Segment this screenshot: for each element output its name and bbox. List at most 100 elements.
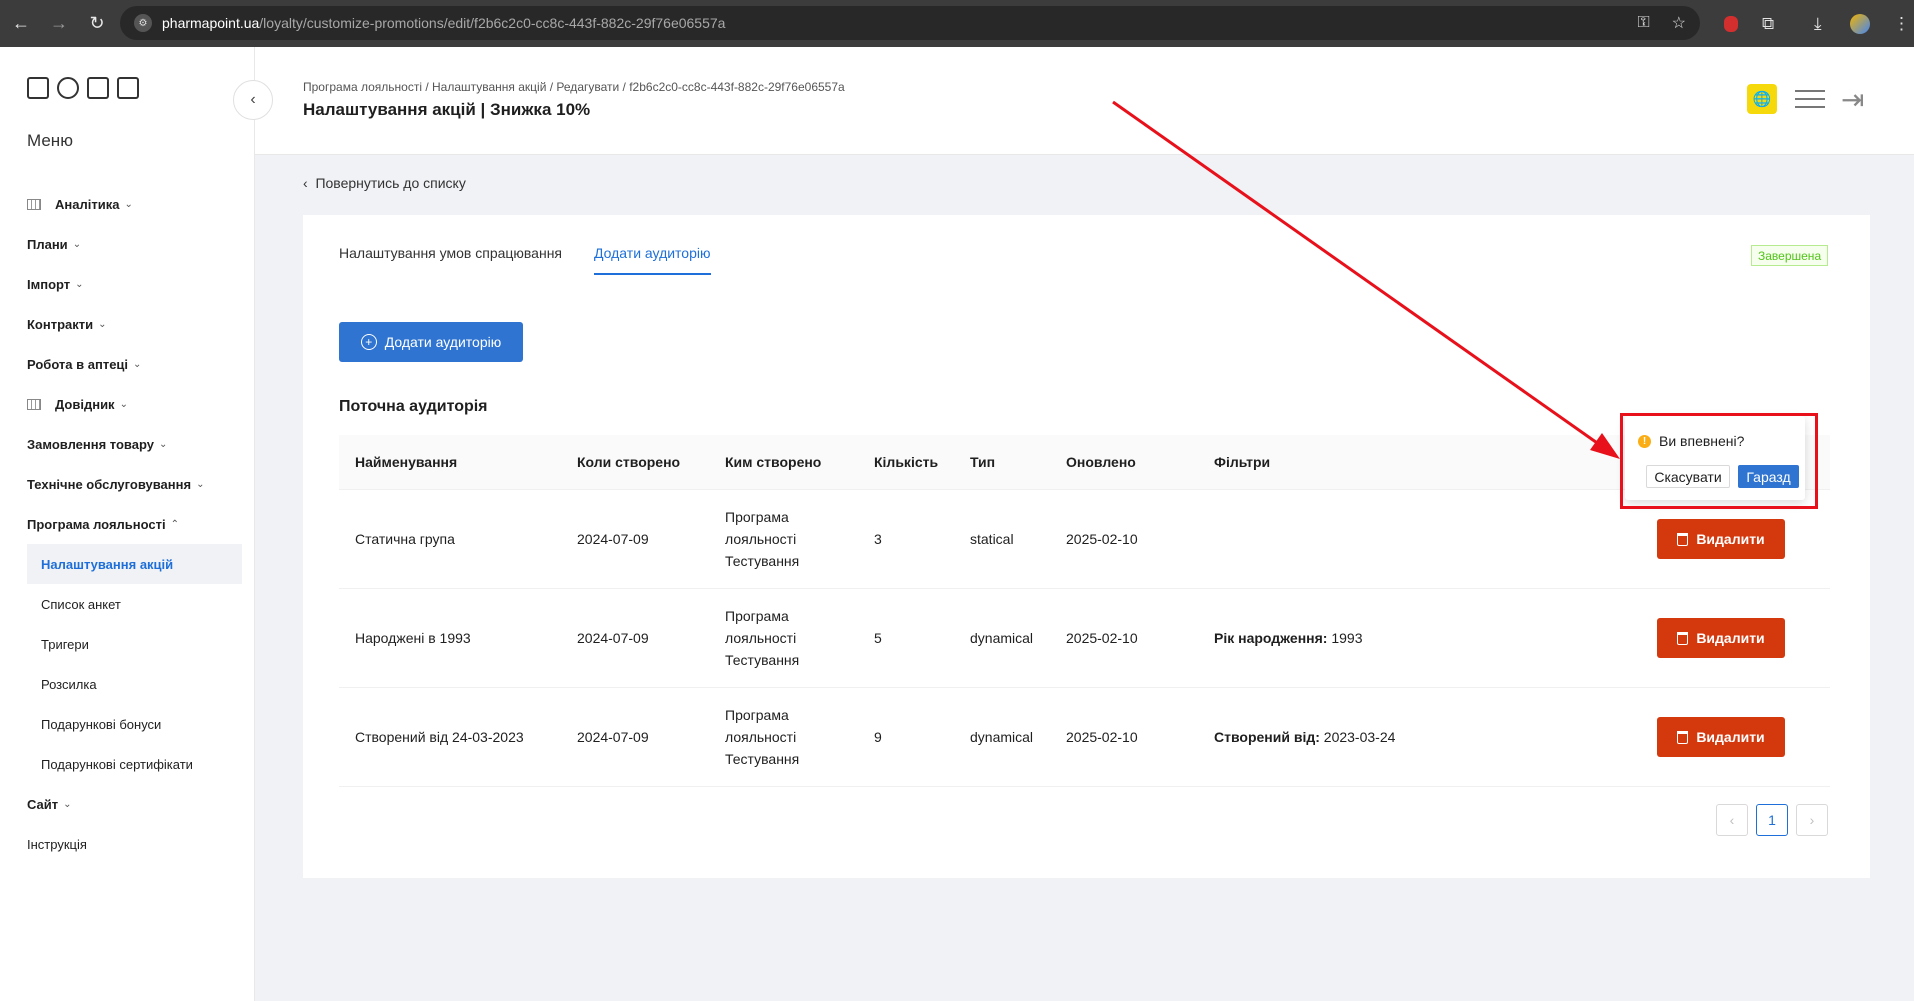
sidebar-item-site[interactable]: Сайт ⌄: [27, 784, 242, 824]
next-page-button[interactable]: ›: [1796, 804, 1828, 836]
quick-icons: [27, 77, 139, 99]
url-host: pharmapoint.ua: [162, 15, 260, 31]
table-header: Найменування Коли створено Ким створено …: [339, 435, 1830, 490]
forward-arrow-icon[interactable]: →: [42, 7, 76, 41]
add-audience-button[interactable]: + Додати аудиторію: [339, 322, 523, 362]
cell-created: 2024-07-09: [577, 531, 649, 547]
hamburger-menu-icon[interactable]: [1795, 90, 1825, 108]
chevron-down-icon: ⌄: [98, 318, 107, 330]
author-line: Тестування: [725, 751, 800, 767]
chevron-up-icon: ⌃: [170, 518, 180, 530]
extension-icon[interactable]: [1724, 0, 1738, 47]
book-icon[interactable]: [117, 77, 139, 99]
back-arrow-icon[interactable]: ←: [4, 7, 38, 41]
browser-toolbar: ← → ↻ ⚙ pharmapoint.ua/loyalty/customize…: [0, 0, 1914, 47]
sidebar-item-plans[interactable]: Плани ⌄: [27, 224, 242, 264]
sidebar-subitem-mailing[interactable]: Розсилка: [27, 664, 242, 704]
column-header-type: Тип: [970, 454, 996, 470]
author-line: Програма: [725, 707, 789, 723]
reload-icon[interactable]: ↻: [80, 7, 114, 41]
key-icon[interactable]: ⚿: [1637, 14, 1649, 32]
more-menu-icon[interactable]: ⋮: [1893, 0, 1910, 47]
author-line: Програма: [725, 608, 789, 624]
site-settings-icon[interactable]: ⚙: [134, 14, 152, 32]
back-to-list-link[interactable]: ‹ Повернутись до списку: [303, 175, 466, 191]
logout-icon[interactable]: ⇥: [1841, 83, 1864, 116]
confirm-message: Ви впевнені?: [1659, 433, 1745, 449]
tab-trigger-settings[interactable]: Налаштування умов спрацювання: [339, 245, 562, 275]
breadcrumb[interactable]: Програма лояльності / Налаштування акцій…: [303, 80, 845, 94]
address-bar[interactable]: ⚙ pharmapoint.ua/loyalty/customize-promo…: [120, 6, 1700, 40]
chevron-right-icon: ›: [1809, 812, 1815, 828]
warning-icon: !: [1638, 435, 1651, 448]
sidebar-item-import[interactable]: Імпорт ⌄: [27, 264, 242, 304]
sidebar-item-label: Сайт: [27, 796, 59, 812]
pagination: ‹ 1 ›: [1716, 804, 1828, 836]
page-number-button[interactable]: 1: [1756, 804, 1788, 836]
sidebar-item-instructions[interactable]: Інструкція: [27, 824, 242, 864]
sidebar: Меню Аналітика ⌄ Плани ⌄ Імпорт ⌄ Контракти…: [0, 47, 255, 1001]
delete-button[interactable]: Видалити: [1657, 717, 1785, 757]
sidebar-subitem-triggers[interactable]: Тригери: [27, 624, 242, 664]
table-row: Створений від 24-03-2023 2024-07-09 Прог…: [339, 688, 1830, 787]
cell-created: 2024-07-09: [577, 630, 649, 646]
table-icon: [27, 198, 41, 210]
sidebar-item-label: Імпорт: [27, 276, 71, 292]
document-icon[interactable]: [87, 77, 109, 99]
cell-name: Народжені в 1993: [355, 630, 471, 646]
chevron-left-icon: ‹: [303, 175, 316, 191]
sidebar-item-label: Замовлення товару: [27, 436, 154, 452]
sidebar-item-analytics[interactable]: Аналітика ⌄: [27, 184, 242, 224]
language-button[interactable]: 🌐: [1747, 84, 1777, 114]
add-audience-label: Додати аудиторію: [384, 334, 502, 350]
plus-circle-icon: +: [360, 334, 377, 350]
author-line: Тестування: [725, 652, 800, 668]
download-icon[interactable]: ⤓: [1814, 0, 1822, 47]
sidebar-item-pharmacy-work[interactable]: Робота в аптеці ⌄: [27, 344, 242, 384]
sidebar-item-loyalty[interactable]: Програма лояльності ⌃: [27, 504, 242, 544]
sidebar-item-maintenance[interactable]: Технічне обслуговування ⌄: [27, 464, 242, 504]
trash-icon: [1677, 631, 1689, 645]
author-line: лояльності: [725, 729, 797, 745]
list-icon: [27, 398, 41, 410]
bookmark-star-icon[interactable]: ☆: [1672, 13, 1686, 33]
back-link-label: Повернутись до списку: [315, 175, 466, 191]
column-header-name: Найменування: [355, 454, 458, 470]
sidebar-subitem-promotions[interactable]: Налаштування акцій: [27, 544, 242, 584]
sidebar-collapse-button[interactable]: ‹: [233, 80, 273, 120]
puzzle-icon[interactable]: ⧉: [1762, 0, 1774, 47]
sidebar-item-orders[interactable]: Замовлення товару ⌄: [27, 424, 242, 464]
sidebar-subitem-gift-certificates[interactable]: Подарункові сертифікати: [27, 744, 242, 784]
table-row: Статична група 2024-07-09 Програма лояльн…: [339, 490, 1830, 589]
profile-avatar[interactable]: [1850, 0, 1870, 47]
tabs: Налаштування умов спрацювання Додати ауд…: [339, 245, 711, 275]
cell-created: 2024-07-09: [577, 729, 649, 745]
column-header-updated: Оновлено: [1066, 454, 1136, 470]
chart-pie-icon[interactable]: [57, 77, 79, 99]
delete-label: Видалити: [1696, 729, 1765, 745]
sidebar-item-label: Контракти: [27, 316, 94, 332]
cell-type: dynamical: [970, 729, 1034, 745]
sidebar-subitem-gift-bonuses[interactable]: Подарункові бонуси: [27, 704, 242, 744]
sidebar-item-contracts[interactable]: Контракти ⌄: [27, 304, 242, 344]
sidebar-item-label: Інструкція: [27, 836, 87, 852]
filter-value: 1993: [1327, 630, 1363, 646]
sidebar-item-directory[interactable]: Довідник ⌄: [27, 384, 242, 424]
tab-add-audience[interactable]: Додати аудиторію: [594, 245, 711, 275]
sidebar-subitem-surveys[interactable]: Список анкет: [27, 584, 242, 624]
delete-label: Видалити: [1696, 531, 1765, 547]
section-title: Поточна аудиторія: [339, 398, 488, 415]
cancel-button[interactable]: Скасувати: [1646, 465, 1730, 488]
cell-updated: 2025-02-10: [1066, 531, 1138, 547]
sidebar-item-label: Технічне обслуговування: [27, 476, 192, 492]
delete-button[interactable]: Видалити: [1657, 519, 1785, 559]
trash-icon: [1677, 730, 1689, 744]
prev-page-button[interactable]: ‹: [1716, 804, 1748, 836]
cell-count: 5: [874, 630, 882, 646]
store-icon[interactable]: [27, 77, 49, 99]
ok-button[interactable]: Гаразд: [1738, 465, 1799, 488]
delete-button[interactable]: Видалити: [1657, 618, 1785, 658]
column-header-created: Коли створено: [577, 454, 681, 470]
menu-title: Меню: [27, 131, 73, 150]
status-badge: Завершена: [1751, 245, 1829, 266]
